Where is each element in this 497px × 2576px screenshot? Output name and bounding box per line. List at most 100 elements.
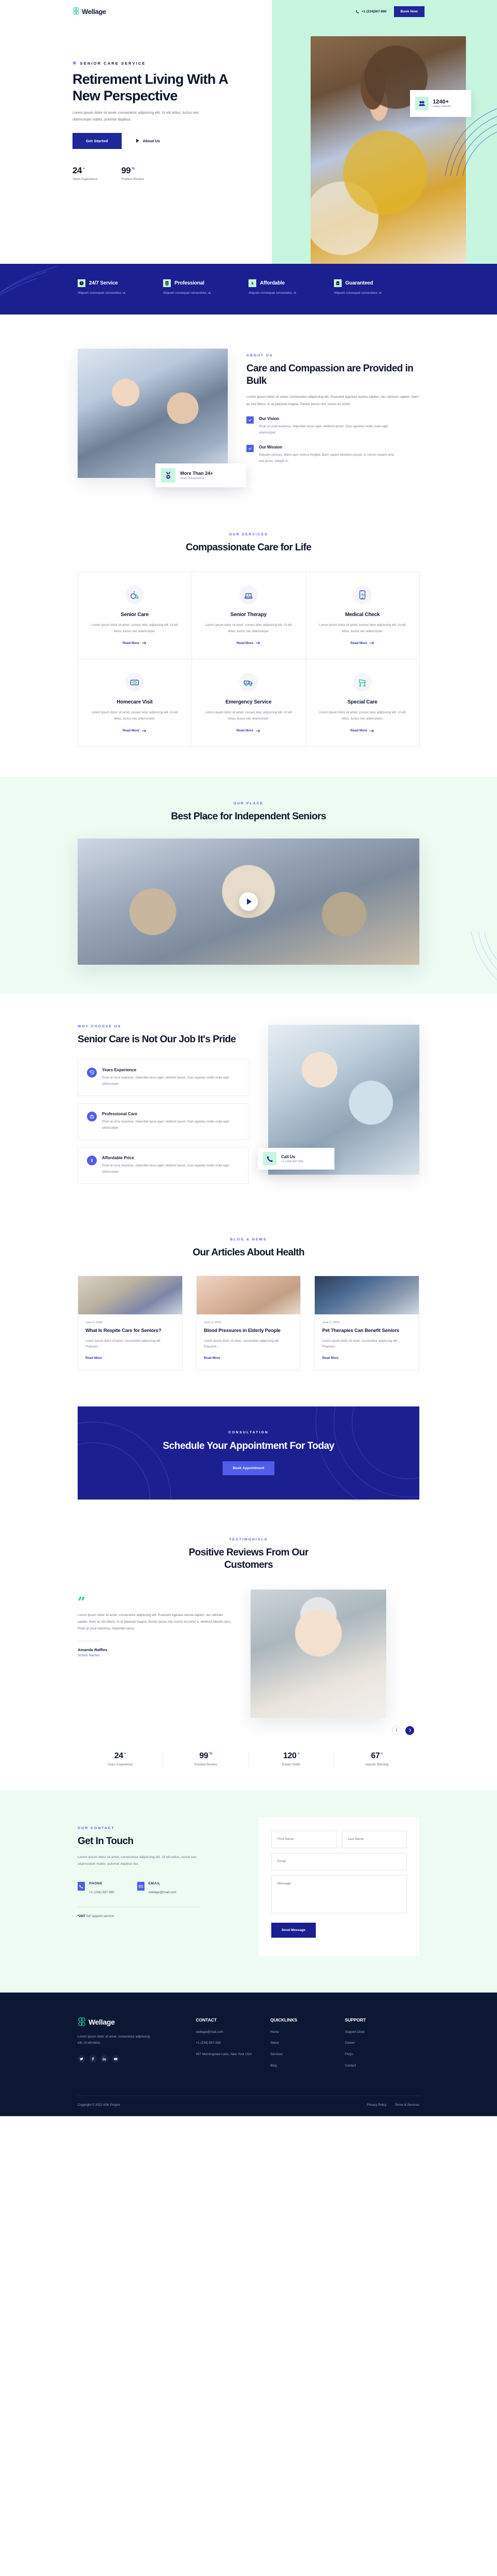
services-title: Compassionate Care for Life bbox=[185, 542, 312, 553]
contact-form: Send Message bbox=[259, 1817, 419, 1956]
testimonials-eyebrow: TESTIMONIALS bbox=[229, 1538, 268, 1542]
arrow-right-icon bbox=[370, 729, 374, 732]
hero-stat-number: 1240+ bbox=[433, 98, 449, 105]
why-title: Senior Care is Not Our Job It's Pride bbox=[78, 1034, 236, 1045]
medical-bag-icon bbox=[87, 1112, 97, 1122]
why-image-wrap: Call Us +1 (234) 567 890 bbox=[258, 1025, 419, 1175]
stat-value: 24 bbox=[114, 1751, 123, 1760]
brand-logo[interactable]: Wellage bbox=[72, 7, 106, 16]
service-read-more-label: Read More bbox=[122, 641, 140, 645]
footer-link[interactable]: Services bbox=[270, 2052, 345, 2058]
place-video[interactable] bbox=[78, 838, 419, 965]
service-read-more-link[interactable]: Read More bbox=[123, 729, 147, 732]
linkedin-icon[interactable] bbox=[100, 2055, 108, 2063]
service-read-more-link[interactable]: Read More bbox=[123, 641, 147, 645]
contact-phone-block[interactable]: PHONE +1 (234) 567 890 bbox=[78, 1882, 114, 1894]
send-message-button[interactable]: Send Message bbox=[271, 1922, 316, 1938]
footer-link[interactable]: Home bbox=[270, 2030, 345, 2035]
blog-read-more-link[interactable]: Read More bbox=[204, 1356, 221, 1360]
footer-link[interactable]: FAQs bbox=[345, 2052, 419, 2058]
privacy-policy-link[interactable]: Privacy Policy bbox=[367, 2103, 387, 2107]
place-header: OUR PLACE Best Place for Independent Sen… bbox=[78, 802, 419, 823]
blog-image bbox=[196, 1276, 301, 1314]
about-us-link[interactable]: About Us bbox=[136, 139, 160, 143]
book-appointment-button[interactable]: Book Appointment bbox=[222, 1461, 275, 1475]
testimonial-role: School Teacher bbox=[78, 1653, 100, 1657]
stat-value: 120 bbox=[283, 1751, 297, 1760]
chevron-right-icon bbox=[408, 1728, 411, 1732]
blog-date: June 3, 2022 bbox=[203, 1321, 222, 1324]
chevron-left-icon bbox=[395, 1728, 398, 1732]
about-image-wrap: More Than 24+ Years of Experience bbox=[78, 348, 246, 487]
service-read-more-link[interactable]: Read More bbox=[237, 641, 260, 645]
blog-card[interactable]: June 3, 2022 What Is Respite Care for Se… bbox=[78, 1275, 183, 1371]
support-note-rest: full support service bbox=[85, 1914, 114, 1919]
service-read-more-link[interactable]: Read More bbox=[350, 729, 374, 732]
blog-read-more-link[interactable]: Read More bbox=[322, 1356, 339, 1360]
book-now-button[interactable]: Book Now bbox=[393, 6, 425, 17]
footer-link[interactable]: 457 Morningview Lane, New York USA bbox=[196, 2052, 270, 2058]
footer-link[interactable]: Career bbox=[345, 2041, 419, 2046]
service-card[interactable]: Senior Care Lorem ipsum dolor sit amet, … bbox=[77, 571, 192, 660]
email-input[interactable] bbox=[271, 1852, 407, 1870]
play-icon bbox=[136, 139, 139, 143]
footer-link[interactable]: Support Desk bbox=[345, 2030, 419, 2035]
blog-read-more-link[interactable]: Read More bbox=[85, 1356, 102, 1360]
video-play-button[interactable] bbox=[239, 892, 258, 911]
stat-value: 99 bbox=[199, 1751, 208, 1760]
call-us-number: +1 (234) 567 890 bbox=[281, 1160, 303, 1163]
footer-link[interactable]: wellage@mail.com bbox=[196, 2030, 270, 2035]
first-name-input[interactable] bbox=[271, 1830, 337, 1848]
feature-decor-arcs bbox=[0, 266, 57, 296]
experience-badge: More Than 24+ Years of Experience bbox=[155, 463, 246, 487]
footer-link[interactable]: About bbox=[270, 2041, 345, 2046]
youtube-icon[interactable] bbox=[112, 2055, 120, 2063]
blog-card[interactable]: June 3, 2022 Pet Therapies Can Benefit S… bbox=[314, 1275, 419, 1371]
footer-brand-name: Wellage bbox=[89, 2018, 115, 2027]
service-card[interactable]: Medical Check Lorem ipsum dolor sit amet… bbox=[305, 571, 420, 660]
blog-card[interactable]: June 3, 2022 Blood Pressures in Elderly … bbox=[196, 1275, 301, 1371]
contact-decor-arcs bbox=[0, 1920, 57, 1993]
service-card[interactable]: Special Care Lorem ipsum dolor sit amet,… bbox=[305, 658, 420, 747]
user-badge-icon bbox=[163, 279, 171, 287]
message-textarea[interactable] bbox=[271, 1875, 407, 1913]
header-phone[interactable]: +1 (234)567-890 bbox=[356, 10, 387, 13]
footer-link[interactable]: Blog bbox=[270, 2063, 345, 2069]
terms-services-link[interactable]: Terms & Services bbox=[395, 2103, 419, 2107]
service-title: Senior Care bbox=[121, 611, 149, 618]
testimonial-next-button[interactable] bbox=[405, 1726, 414, 1735]
footer-logo[interactable]: Wellage bbox=[78, 2017, 196, 2027]
footer-link[interactable]: +1 (234) 567 890 bbox=[196, 2041, 270, 2046]
stat-label: Positive Review bbox=[194, 1762, 217, 1766]
hero-title: Retirement Living With A New Perspective bbox=[72, 71, 228, 103]
facebook-icon[interactable] bbox=[89, 2055, 97, 2063]
service-card[interactable]: Emergency Service Lorem ipsum dolor sit … bbox=[191, 658, 306, 747]
service-desc: Lorem ipsum dolor sit amet, consec tetur… bbox=[319, 710, 406, 721]
feature-bar: 24/7 Service Aliquam consequat consectet… bbox=[0, 264, 497, 314]
hero-stat-value: 24 bbox=[72, 165, 82, 175]
get-started-button[interactable]: Get Started bbox=[72, 132, 122, 149]
hero-stat-card: 1240+ Happy Patients bbox=[410, 90, 471, 117]
stat-suffix: % bbox=[209, 1752, 212, 1756]
footer-column-contact: CONTACT wellage@mail.com +1 (234) 567 89… bbox=[196, 2017, 270, 2075]
footer-link[interactable]: Contact bbox=[345, 2063, 419, 2069]
ambulance-icon bbox=[239, 672, 258, 692]
stat-item: 99% Positive Review bbox=[163, 1751, 249, 1766]
about-point: Our Mission Aliquam ultricies, libero qu… bbox=[246, 444, 419, 465]
about-us-link-label: About Us bbox=[142, 138, 160, 143]
service-card[interactable]: Senior Therapy Lorem ipsum dolor sit ame… bbox=[191, 571, 306, 660]
twitter-icon[interactable] bbox=[78, 2055, 85, 2063]
footer-legal-links: Privacy Policy Terms & Services bbox=[367, 2103, 419, 2107]
contact-email-block[interactable]: EMAIL wellage@mail.com bbox=[137, 1882, 177, 1894]
service-read-more-link[interactable]: Read More bbox=[237, 729, 260, 732]
service-card[interactable]: Homecare Visit Lorem ipsum dolor sit ame… bbox=[77, 658, 192, 747]
call-us-badge[interactable]: Call Us +1 (234) 567 890 bbox=[258, 1148, 334, 1170]
svg-text:$: $ bbox=[91, 1159, 93, 1163]
feature-title: 24/7 Service bbox=[89, 280, 118, 286]
testimonial-prev-button[interactable] bbox=[392, 1726, 401, 1735]
service-read-more-label: Read More bbox=[122, 729, 140, 733]
testimonials-title: Positive Reviews From Our Customers bbox=[188, 1547, 309, 1571]
service-read-more-link[interactable]: Read More bbox=[350, 641, 374, 645]
call-us-title: Call Us bbox=[281, 1154, 296, 1159]
last-name-input[interactable] bbox=[341, 1830, 407, 1848]
